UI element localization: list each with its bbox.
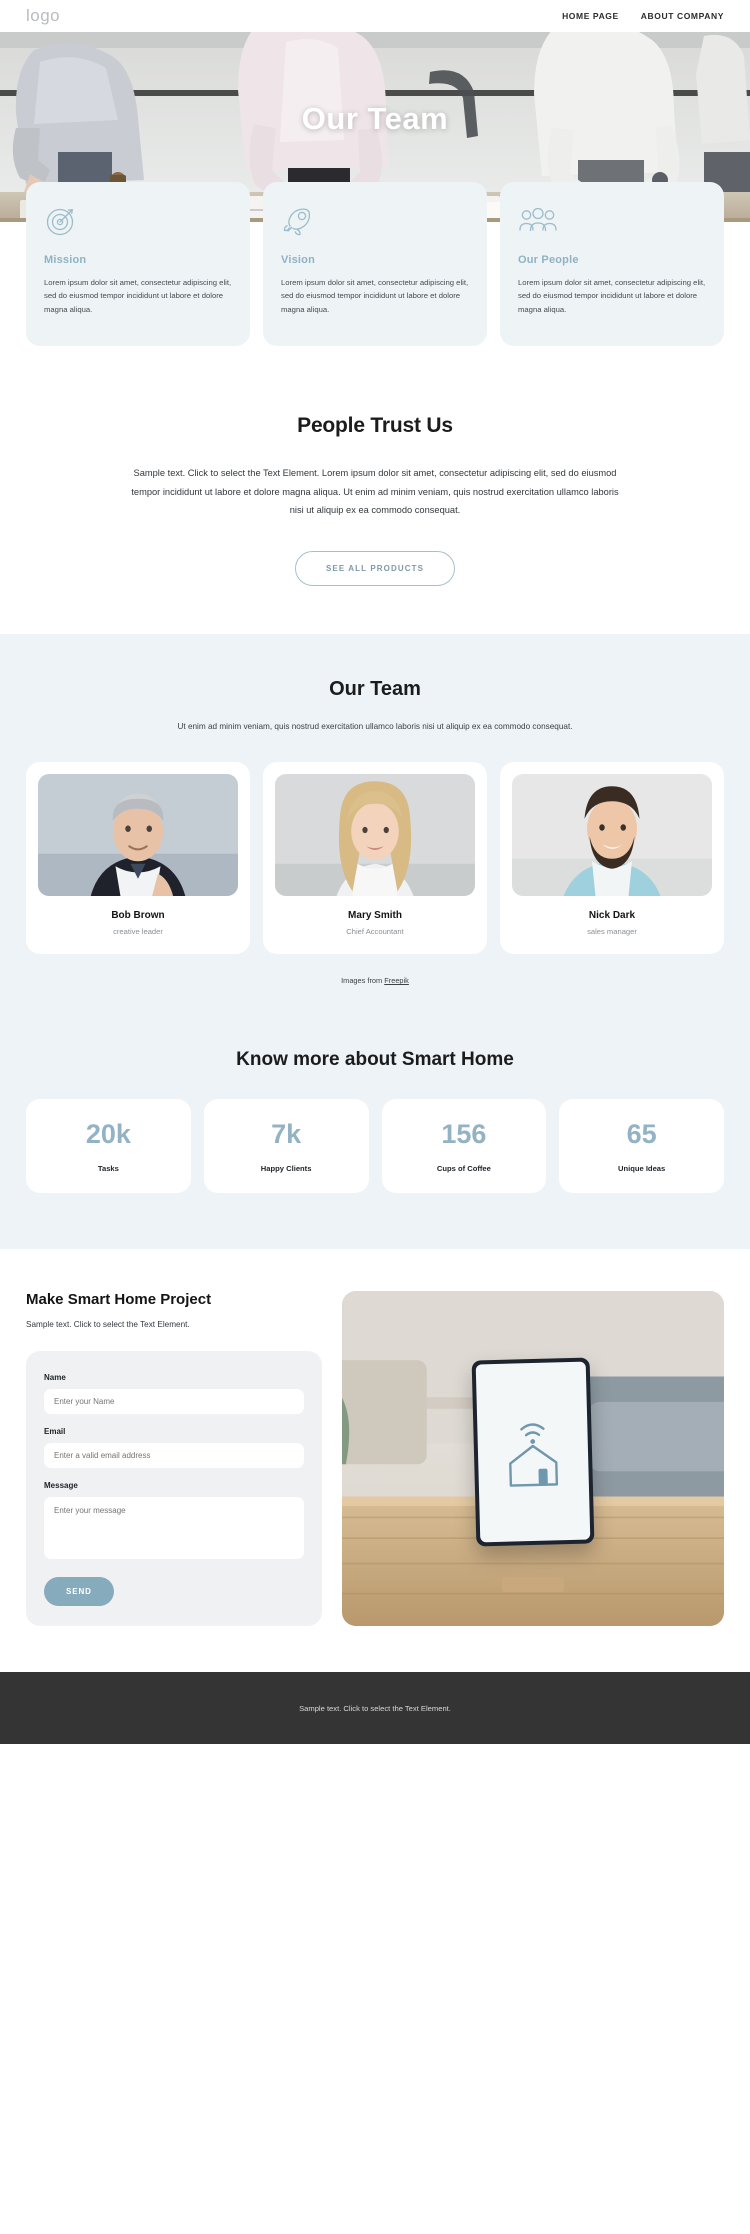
target-icon [44,204,232,238]
feature-text: Lorem ipsum dolor sit amet, consectetur … [281,278,469,314]
contact-heading: Make Smart Home Project [26,1291,212,1309]
team-member-card[interactable]: Nick Dark sales manager [500,762,724,955]
stat-label: Tasks [97,1164,119,1174]
see-all-products-button[interactable]: SEE ALL PRODUCTS [294,550,456,586]
email-input[interactable] [44,1443,304,1469]
main-navigation: HOME PAGE ABOUT COMPANY [562,11,724,21]
team-heading: Our Team [329,677,421,700]
name-input[interactable] [44,1389,304,1415]
member-photo-mary-smith [275,774,475,897]
team-grid: Bob Brown creative leader Mary Smith Chi… [26,762,724,955]
nav-item-about-company[interactable]: ABOUT COMPANY [641,11,724,21]
tablet-stand [502,1577,564,1593]
rocket-icon [281,204,469,238]
tablet-device [471,1357,595,1547]
feature-cards-section: Mission Lorem ipsum dolor sit amet, cons… [0,182,750,347]
send-button[interactable]: SEND [44,1577,114,1607]
feature-text: Lorem ipsum dolor sit amet, consectetur … [518,278,706,314]
contact-section: Make Smart Home Project Sample text. Cli… [0,1249,750,1673]
feature-card-our-people[interactable]: Our People Lorem ipsum dolor sit amet, c… [500,182,724,347]
contact-illustration [342,1291,724,1627]
member-role: creative leader [113,927,163,937]
member-photo-nick-dark [512,774,712,897]
trust-heading: People Trust Us [297,414,453,438]
people-group-icon [518,204,706,238]
team-member-card[interactable]: Bob Brown creative leader [26,762,250,955]
hero-title: Our Team [301,101,449,137]
message-field-label: Message [44,1481,78,1491]
stat-value: 156 [441,1119,487,1150]
stat-label: Cups of Coffee [436,1164,491,1174]
stat-value: 20k [85,1119,131,1150]
member-name: Mary Smith [348,910,402,922]
image-credit: Images from Freepik [26,976,724,985]
stats-heading: Know more about Smart Home [236,1049,514,1071]
nav-item-home-page[interactable]: HOME PAGE [562,11,619,21]
stats-section: Know more about Smart Home 20k Tasks 7k … [0,1015,750,1250]
email-field-label: Email [44,1427,66,1437]
team-member-card[interactable]: Mary Smith Chief Accountant [263,762,487,955]
stat-card-cups-of-coffee: 156 Cups of Coffee [381,1099,547,1194]
member-name: Nick Dark [588,910,636,922]
member-name: Bob Brown [111,910,165,922]
stat-card-unique-ideas: 65 Unique Ideas [559,1099,724,1194]
feature-title: Vision [281,254,316,266]
site-header: logo HOME PAGE ABOUT COMPANY [0,0,750,32]
contact-form: Name Email Message SEND [26,1351,322,1627]
team-section: Our Team Ut enim ad minim veniam, quis n… [0,633,750,1016]
smart-home-wifi-icon [509,1423,559,1487]
stat-label: Happy Clients [260,1164,312,1174]
member-role: sales manager [587,927,637,937]
trust-paragraph: Sample text. Click to select the Text El… [131,468,619,515]
member-role: Chief Accountant [346,927,404,937]
stat-card-happy-clients: 7k Happy Clients [203,1099,369,1194]
image-credit-prefix: Images from [341,976,385,986]
freepik-link[interactable]: Freepik [384,976,409,985]
site-footer: Sample text. Click to select the Text El… [0,1672,750,1745]
name-field-label: Name [44,1373,66,1383]
footer-text: Sample text. Click to select the Text El… [299,1703,451,1713]
member-photo-bob-brown [38,774,238,897]
stat-value: 7k [271,1119,302,1150]
trust-section: People Trust Us Sample text. Click to se… [0,346,750,586]
message-textarea[interactable] [44,1497,304,1560]
tablet-screen [475,1361,591,1543]
contact-form-column: Make Smart Home Project Sample text. Cli… [26,1291,322,1627]
feature-card-mission[interactable]: Mission Lorem ipsum dolor sit amet, cons… [26,182,250,347]
stat-value: 65 [626,1119,657,1150]
logo[interactable]: logo [26,6,60,26]
feature-title: Mission [44,254,87,266]
stat-card-tasks: 20k Tasks [26,1099,191,1194]
feature-card-vision[interactable]: Vision Lorem ipsum dolor sit amet, conse… [263,182,487,347]
feature-title: Our People [518,254,579,266]
contact-subtitle: Sample text. Click to select the Text El… [26,1320,190,1330]
stat-label: Unique Ideas [617,1164,666,1174]
stats-grid: 20k Tasks 7k Happy Clients 156 Cups of C… [26,1099,724,1194]
feature-text: Lorem ipsum dolor sit amet, consectetur … [44,278,232,314]
team-subtitle: Ut enim ad minim veniam, quis nostrud ex… [177,721,573,731]
